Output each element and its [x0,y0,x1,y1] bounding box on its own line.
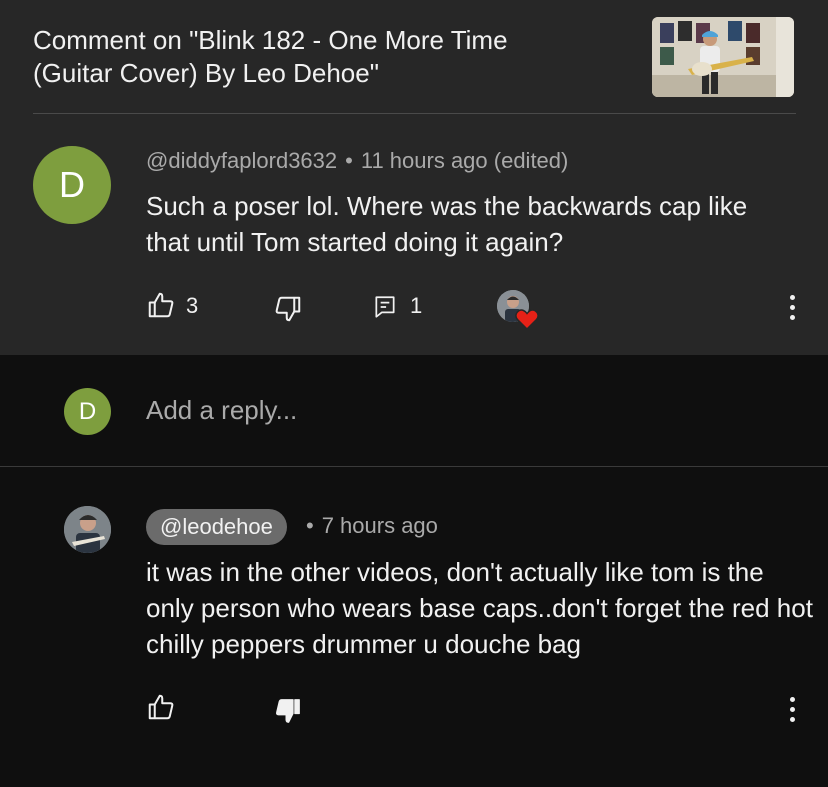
avatar[interactable]: D [33,146,111,224]
header-divider [33,113,796,114]
video-thumbnail[interactable] [652,17,794,97]
thumbs-down-filled-icon[interactable] [273,696,303,726]
reply-icon[interactable] [372,294,398,320]
reply-divider [0,466,828,467]
thumbs-down-icon[interactable] [273,294,303,324]
creator-heart-badge [497,290,541,334]
thumbs-up-icon[interactable] [146,290,176,320]
reply-time: 7 hours ago [321,513,438,538]
like-count: 3 [186,293,199,318]
meta-separator: • [306,513,314,538]
video-thumbnail-image [652,17,794,97]
more-vert-icon[interactable] [782,290,802,324]
reply-input[interactable]: Add a reply... [146,395,297,426]
page-title: Comment on "Blink 182 - One More Time (G… [33,25,508,88]
reply-composer [0,355,828,467]
comment-author[interactable]: @diddyfaplord3632 [146,148,337,173]
reply-meta: • 7 hours ago [306,513,438,539]
creator-handle[interactable]: @leodehoe [146,509,287,545]
comment-text: Such a poser lol. Where was the backward… [146,191,748,257]
more-vert-icon[interactable] [782,692,802,726]
reply-count: 1 [410,293,423,318]
reply-avatar[interactable] [64,506,111,553]
avatar: D [64,388,111,435]
thumbs-up-icon[interactable] [146,692,176,722]
meta-separator: • [345,148,353,173]
creator-heart-icon [515,309,539,330]
comment-time: 11 hours ago (edited) [360,148,569,173]
reply-text: it was in the other videos, don't actual… [146,557,813,659]
comment-meta: @diddyfaplord3632 • 11 hours ago (edited) [146,148,568,174]
